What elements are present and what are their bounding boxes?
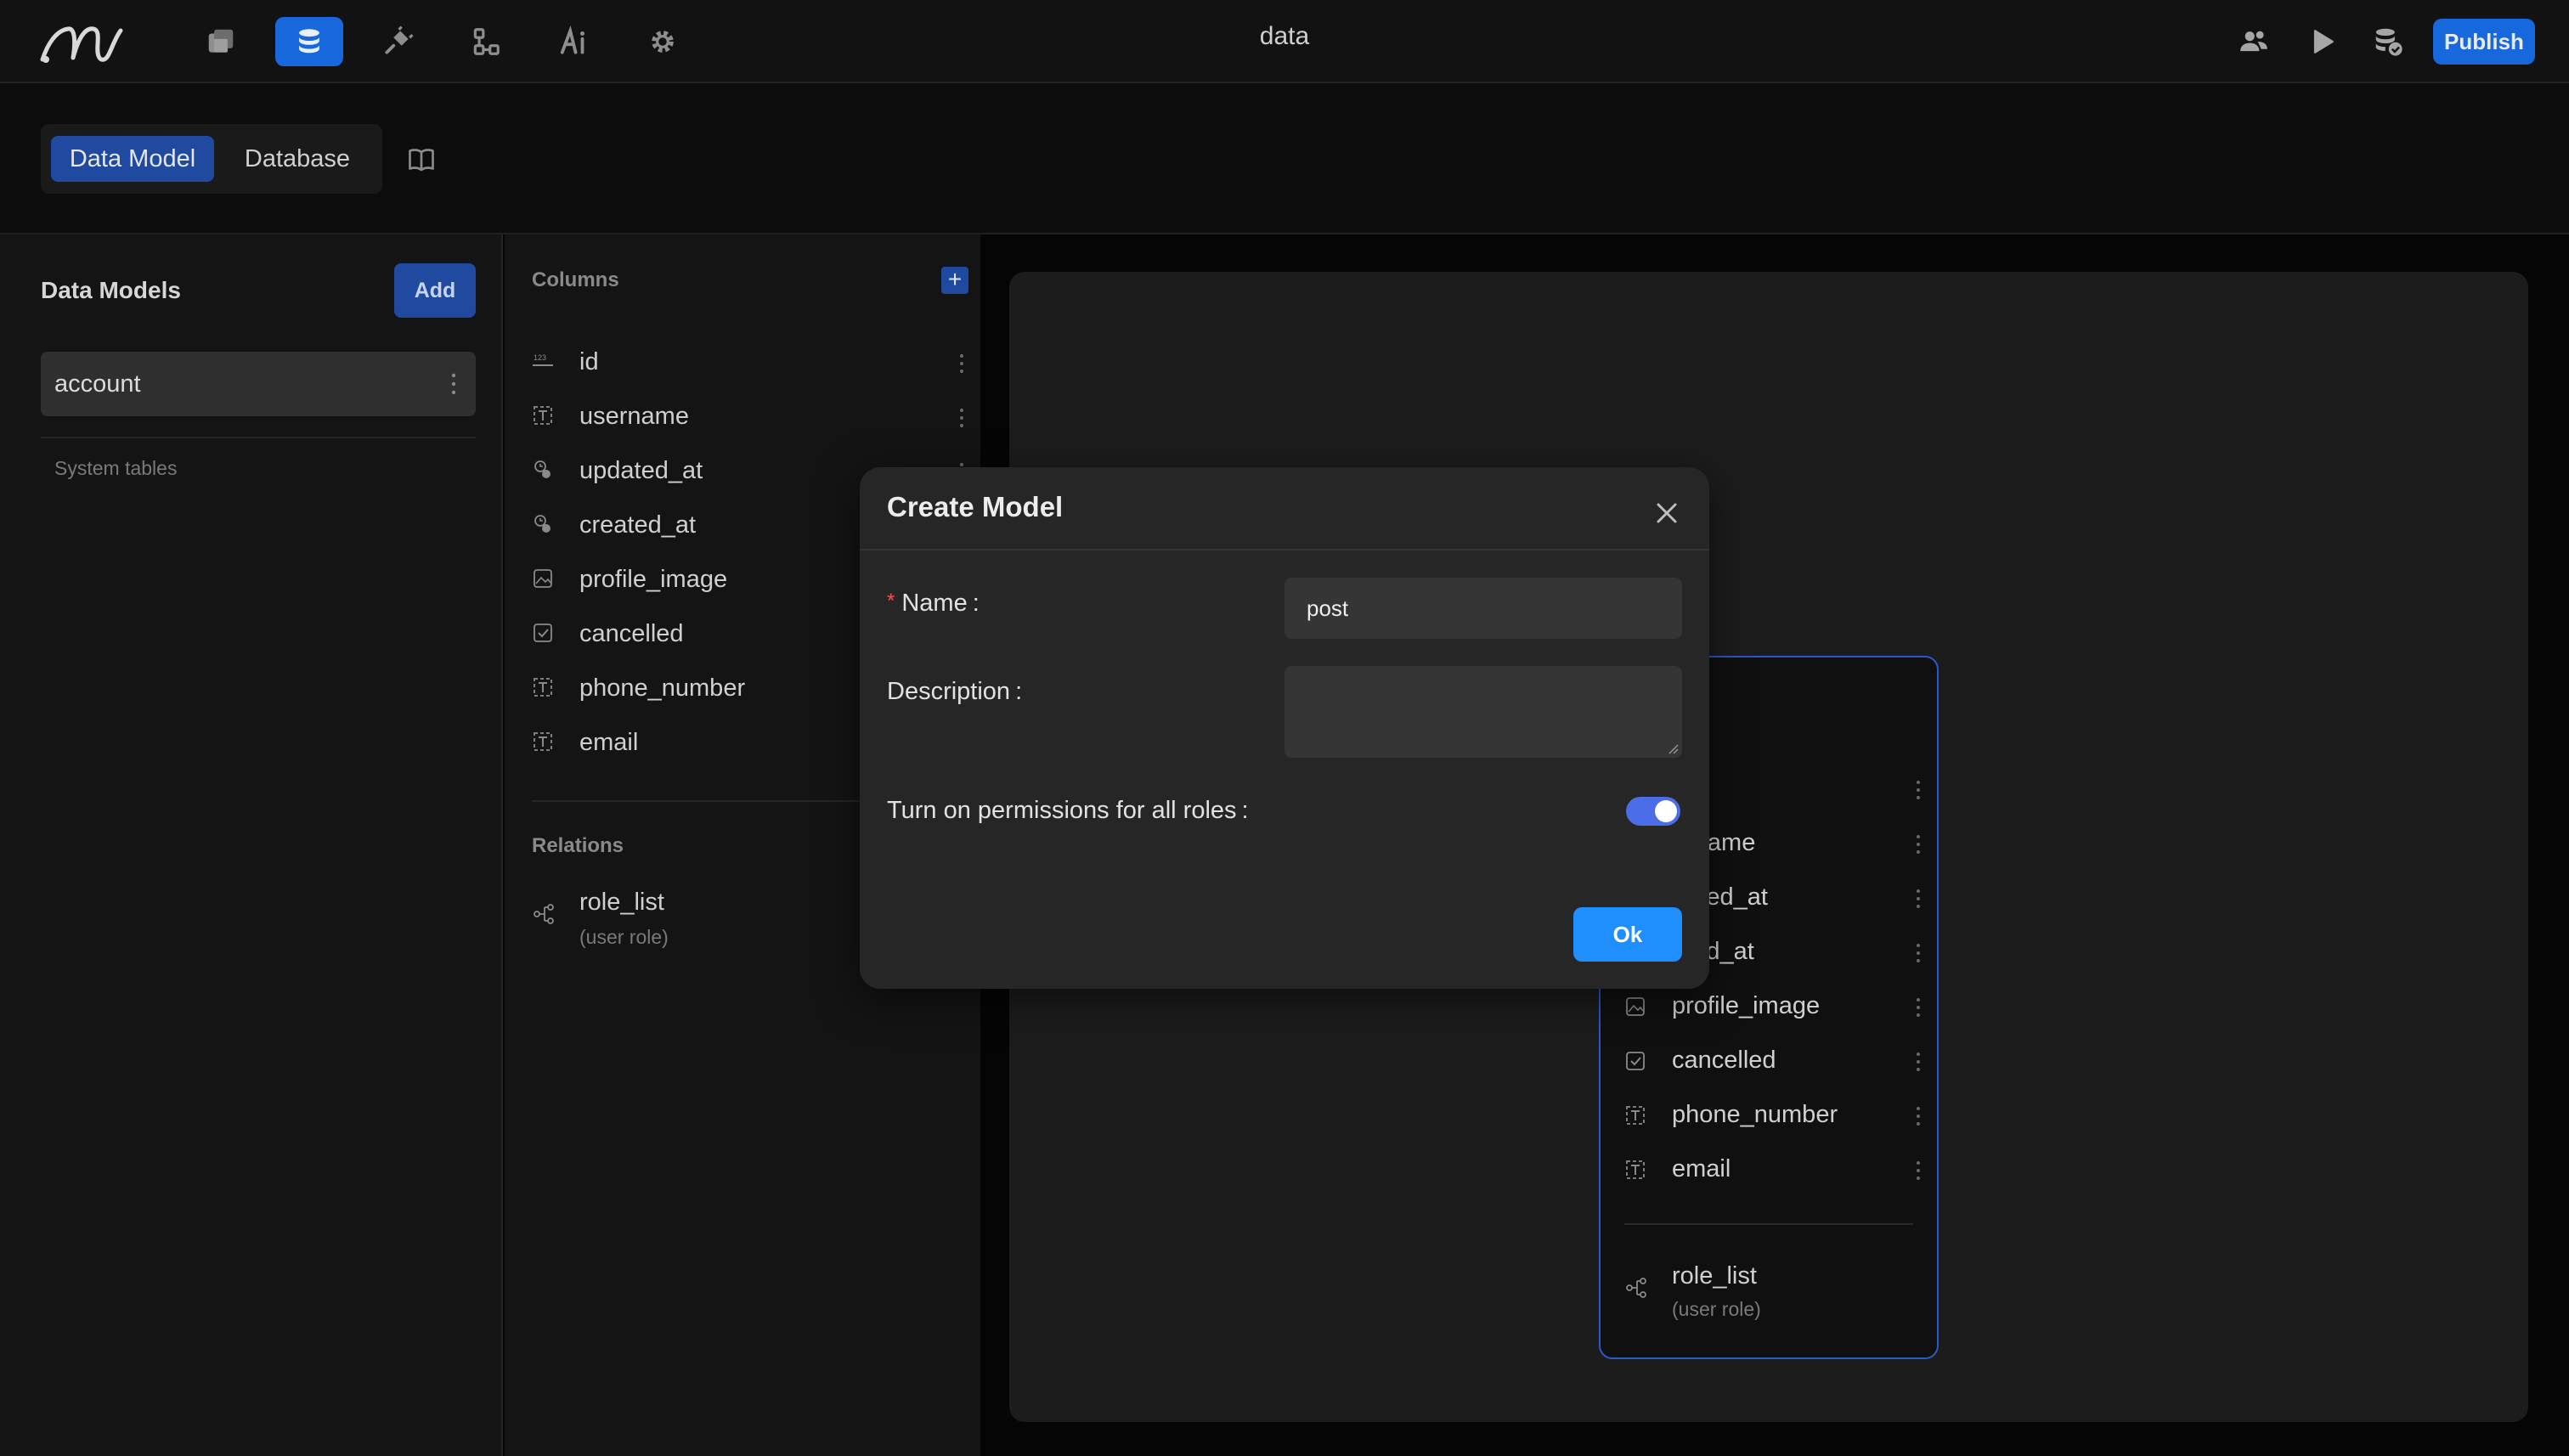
description-label-text: Description (887, 678, 1011, 705)
more-vertical-icon[interactable] (1915, 996, 1922, 1019)
column-name: email (579, 729, 639, 756)
system-tables-toggle[interactable]: System tables (54, 457, 177, 480)
text-icon (534, 732, 552, 751)
model-item-account[interactable]: account (41, 352, 476, 416)
publish-button[interactable]: Publish (2433, 19, 2535, 65)
permissions-toggle[interactable] (1626, 797, 1680, 826)
text-icon (1626, 1160, 1645, 1179)
column-name: id (579, 348, 599, 375)
text-icon (534, 678, 552, 697)
name-label-text: Name (901, 590, 968, 617)
required-marker: * (887, 590, 895, 612)
column-name: created_at (579, 511, 697, 539)
create-model-dialog: Create Model * Name: Description: Turn on… (860, 467, 1709, 989)
users-icon[interactable] (2233, 20, 2275, 63)
top-bar: data Publish (0, 0, 2569, 83)
relation-name: role_list (1672, 1262, 1757, 1290)
more-vertical-icon[interactable] (1915, 1159, 1922, 1182)
add-model-button[interactable]: Add (394, 263, 476, 318)
node-row[interactable]: email (1624, 1152, 1922, 1189)
nav-workflow-icon[interactable] (452, 17, 520, 66)
column-row[interactable]: 123 id (532, 345, 965, 382)
datetime-icon (534, 515, 550, 533)
more-vertical-icon[interactable] (450, 370, 457, 398)
permissions-label-text: Turn on permissions for all roles (887, 797, 1237, 824)
node-row[interactable]: phone_number (1624, 1098, 1922, 1135)
node-row-name: phone_number (1672, 1101, 1838, 1128)
more-vertical-icon[interactable] (1915, 1050, 1922, 1074)
column-name: username (579, 403, 689, 430)
node-row-name: cancelled (1672, 1047, 1776, 1074)
name-label: * Name: (887, 590, 980, 618)
more-vertical-icon[interactable] (1915, 887, 1922, 911)
model-item-label: account (54, 370, 141, 398)
data-models-title: Data Models (41, 277, 181, 303)
add-column-button[interactable]: + (941, 267, 968, 294)
description-input[interactable] (1284, 666, 1682, 758)
ok-button[interactable]: Ok (1573, 907, 1682, 962)
text-icon (1626, 1106, 1645, 1125)
nav-settings-icon[interactable] (629, 17, 697, 66)
permissions-colon: : (1241, 797, 1249, 824)
node-row-name: profile_image (1672, 992, 1821, 1019)
relations-title: Relations (532, 834, 624, 857)
name-input[interactable] (1284, 578, 1682, 639)
more-vertical-icon[interactable] (1915, 832, 1922, 856)
column-name: updated_at (579, 457, 703, 484)
divider (1624, 1223, 1913, 1225)
node-row[interactable]: profile_image (1624, 989, 1922, 1026)
more-vertical-icon[interactable] (958, 352, 965, 375)
close-icon[interactable] (1650, 496, 1684, 530)
database-check-icon[interactable] (2367, 20, 2409, 63)
checkbox-icon (534, 624, 552, 642)
tab-data-model[interactable]: Data Model (51, 136, 214, 182)
checkbox-icon (1626, 1052, 1645, 1070)
description-colon: : (1015, 678, 1023, 705)
relation-target: (user role) (1672, 1298, 1761, 1320)
image-icon (534, 569, 552, 588)
relation-icon (534, 904, 554, 924)
columns-title: Columns (532, 268, 619, 291)
toolbar: Data Model Database (0, 83, 2569, 234)
more-vertical-icon[interactable] (1915, 941, 1922, 965)
column-name: phone_number (579, 674, 746, 702)
tab-database[interactable]: Database (221, 136, 374, 182)
node-row[interactable]: cancelled (1624, 1043, 1922, 1081)
svg-text:123: 123 (534, 353, 546, 362)
book-icon[interactable] (406, 144, 437, 175)
dialog-title: Create Model (887, 491, 1064, 522)
nav-pages-icon[interactable] (187, 17, 255, 66)
more-vertical-icon[interactable] (1915, 778, 1922, 802)
divider (860, 549, 1709, 550)
column-row[interactable]: username (532, 399, 965, 437)
image-icon (1626, 997, 1645, 1016)
nav-plugin-icon[interactable] (364, 17, 432, 66)
datetime-icon (534, 460, 550, 478)
data-models-panel: Data Models Add account System tables (0, 234, 503, 1456)
app-logo-icon[interactable] (39, 19, 124, 66)
description-label: Description: (887, 678, 1022, 706)
play-icon[interactable] (2301, 20, 2343, 63)
nav-database-icon[interactable] (275, 17, 343, 66)
more-vertical-icon[interactable] (1915, 1104, 1922, 1128)
node-row-name: email (1672, 1155, 1731, 1182)
relation-name: role_list (579, 889, 664, 916)
name-colon: : (972, 590, 980, 617)
column-name: profile_image (579, 566, 728, 593)
resize-grip-icon[interactable] (1667, 742, 1679, 754)
node-relation-row[interactable]: role_list (user role) (1624, 1262, 1913, 1330)
divider (41, 437, 476, 438)
relation-icon (1626, 1278, 1646, 1298)
page-title: data (1259, 22, 1310, 50)
more-vertical-icon[interactable] (958, 406, 965, 430)
relation-target: (user role) (579, 926, 669, 948)
toggle-knob (1655, 800, 1677, 822)
text-icon (534, 406, 552, 425)
nav-ai-icon[interactable] (540, 17, 608, 66)
view-switcher: Data Model Database (41, 124, 382, 194)
column-name: cancelled (579, 620, 684, 647)
number-icon: 123 (533, 353, 553, 366)
permissions-label: Turn on permissions for all roles: (887, 797, 1249, 825)
